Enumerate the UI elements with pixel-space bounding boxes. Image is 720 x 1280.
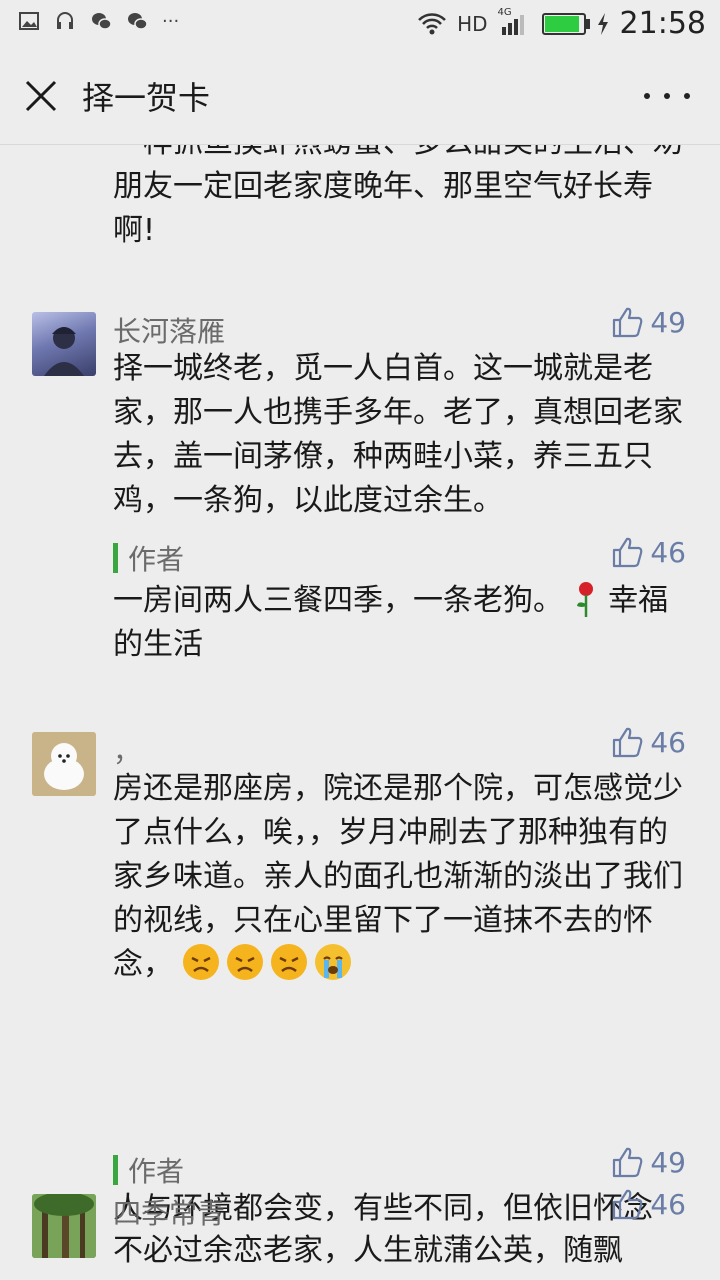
comment-text: 一样抓鱼摸虾煎螃蟹、多么甜美的生活、劝朋友一定回老家度晚年、那里空气好长寿啊! (113, 145, 683, 248)
wechat-icon (128, 13, 148, 30)
author-reply-header: 作者 (113, 538, 184, 578)
like-count: 49 (650, 305, 686, 339)
author-reply-header: 作者 (113, 1150, 184, 1190)
author-indicator (113, 1155, 118, 1185)
like-button[interactable]: 49 (610, 305, 686, 339)
battery-icon (541, 12, 590, 35)
like-button[interactable]: 46 (610, 535, 686, 569)
author-label: 作者 (128, 1155, 185, 1188)
like-button[interactable]: 46 (610, 1187, 686, 1221)
thumbs-up-icon (613, 537, 643, 568)
more-notifications-icon: ··· (162, 10, 180, 32)
comments-list[interactable]: 一样抓鱼摸虾煎螃蟹、多么甜美的生活、劝朋友一定回老家度晚年、那里空气好长寿啊! … (0, 145, 720, 1280)
status-bar: ··· HD 4G 21:58 (0, 0, 720, 48)
wifi-icon (418, 12, 446, 34)
commenter-name: 长河落雁 (113, 315, 226, 348)
like-button[interactable]: 46 (610, 725, 686, 759)
like-count: 46 (650, 1187, 686, 1221)
close-button[interactable] (18, 73, 64, 119)
page-title: 择一贺卡 (82, 79, 211, 117)
commenter-name: ， (113, 735, 142, 768)
author-indicator (113, 543, 118, 573)
rose-emoji (576, 582, 593, 617)
headset-icon (57, 12, 73, 29)
like-count: 46 (650, 725, 686, 759)
close-icon (25, 80, 57, 112)
comment-text: 房还是那座房，院还是那个院，可怎感觉少了点什么，唉，，岁月冲刷去了那种独有的家乡… (113, 771, 683, 982)
thumbs-up-icon (613, 727, 643, 758)
avatar[interactable] (32, 312, 96, 376)
wechat-icon (92, 13, 112, 30)
angry-face-emoji (226, 944, 263, 980)
network-type-label: HD (457, 11, 488, 36)
avatar[interactable] (32, 732, 96, 796)
clock: 21:58 (619, 6, 706, 41)
thumbs-up-icon (613, 1147, 643, 1178)
angry-face-emoji (182, 944, 219, 980)
crying-face-emoji (314, 944, 351, 980)
gallery-icon (19, 12, 39, 30)
like-count: 46 (650, 535, 686, 569)
angry-face-emoji (270, 944, 307, 980)
comment-text: 择一城终老，觅一人白首。这一城就是老家，那一人也携手多年。老了，真想回老家去，盖… (113, 351, 683, 518)
status-bar-system: HD 4G 21:58 (417, 6, 706, 41)
like-count: 49 (650, 1145, 686, 1179)
charging-icon (597, 12, 608, 35)
author-reply-text: 一房间两人三餐四季，一条老狗。 幸福的生活 (113, 579, 683, 667)
avatar[interactable] (32, 1194, 96, 1258)
thumbs-up-icon (613, 1189, 643, 1220)
like-button[interactable]: 49 (610, 1145, 686, 1179)
title-bar: 择一贺卡 (0, 48, 720, 145)
commenter-name: 四季常青 (113, 1197, 226, 1230)
author-label: 作者 (128, 543, 185, 576)
comment-text: 不必过余恋老家，人生就蒲公英，随飘 (113, 1233, 623, 1268)
more-options-button[interactable] (644, 78, 690, 114)
thumbs-up-icon (613, 307, 643, 338)
status-bar-notifications: ··· (18, 10, 179, 32)
signal-icon: 4G (498, 7, 532, 37)
